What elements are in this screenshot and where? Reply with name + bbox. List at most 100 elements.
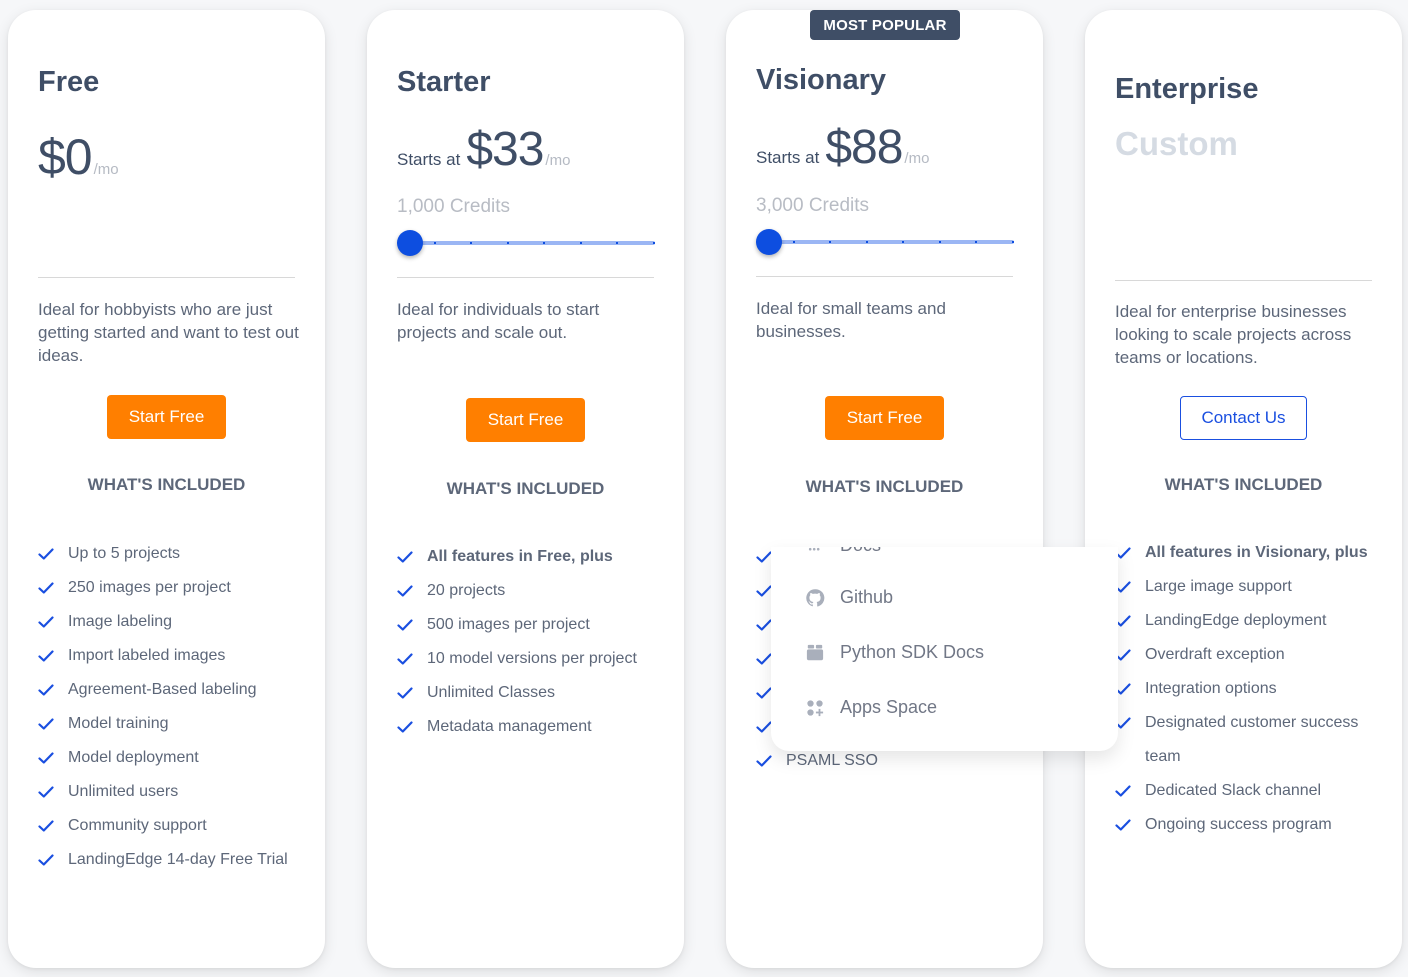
check-icon bbox=[397, 642, 427, 676]
price: Starts at $88 /mo bbox=[756, 120, 929, 175]
plan-card-free: Free $0 /mo Ideal for hobbyists who are … bbox=[8, 10, 325, 968]
feature-item: Model deployment bbox=[38, 741, 318, 775]
feature-text: Designated customer success team bbox=[1145, 714, 1359, 765]
plan-description: Ideal for enterprise businesses looking … bbox=[1115, 302, 1352, 367]
divider bbox=[397, 277, 654, 278]
whats-included-heading: WHAT'S INCLUDED bbox=[87, 475, 246, 494]
feature-text: LandingEdge deployment bbox=[1145, 612, 1327, 629]
feature-text: Model deployment bbox=[68, 749, 199, 766]
feature-text: Import labeled images bbox=[68, 647, 226, 664]
dropdown-item-docs[interactable]: Docs bbox=[805, 547, 881, 556]
plan-description: Ideal for individuals to start projects … bbox=[397, 300, 600, 342]
dropdown-item-apps-space[interactable]: Apps Space bbox=[805, 697, 937, 718]
feature-text: Community support bbox=[68, 817, 207, 834]
plan-name: Free bbox=[38, 66, 100, 98]
check-icon bbox=[397, 540, 427, 574]
check-icon bbox=[1115, 808, 1145, 842]
dropdown-item-python-sdk-docs[interactable]: Python SDK Docs bbox=[805, 642, 984, 663]
slider-tick bbox=[653, 242, 655, 244]
feature-item: Dedicated Slack channel bbox=[1115, 774, 1395, 808]
feature-text: 250 images per project bbox=[68, 579, 231, 596]
price-period: /mo bbox=[93, 161, 119, 178]
feature-text: Metadata management bbox=[427, 718, 592, 735]
feature-text: All features in Visionary, plus bbox=[1145, 544, 1368, 561]
feature-item: Agreement-Based labeling bbox=[38, 673, 318, 707]
feature-item: 20 projects bbox=[397, 574, 677, 608]
start-free-button[interactable]: Start Free bbox=[825, 396, 944, 440]
feature-item: 250 images per project bbox=[38, 571, 318, 605]
check-icon bbox=[1115, 570, 1145, 604]
slider-tick bbox=[975, 241, 978, 243]
feature-item: Import labeled images bbox=[38, 639, 318, 673]
check-icon bbox=[38, 639, 68, 673]
check-icon bbox=[397, 574, 427, 608]
check-icon bbox=[38, 537, 68, 571]
slider-tick bbox=[792, 241, 795, 243]
slider-tick bbox=[543, 242, 546, 244]
whats-included-heading: WHAT'S INCLUDED bbox=[1164, 475, 1323, 494]
check-icon bbox=[1115, 536, 1145, 570]
start-free-button[interactable]: Start Free bbox=[107, 395, 226, 439]
feature-list: All features in Free, plus 20 projects 500… bbox=[397, 540, 677, 744]
feature-list: All features in Visionary, plus Large ima… bbox=[1115, 536, 1395, 842]
feature-item: Model training bbox=[38, 707, 318, 741]
feature-text: 20 projects bbox=[427, 582, 506, 599]
price-amount: $33 bbox=[466, 123, 544, 176]
slider-tick bbox=[938, 241, 941, 243]
feature-item: Up to 5 projects bbox=[38, 537, 318, 571]
plan-name: Starter bbox=[397, 66, 491, 98]
check-icon bbox=[1115, 774, 1145, 808]
dropdown-item-github[interactable]: Github bbox=[805, 587, 893, 608]
github-icon bbox=[805, 588, 825, 608]
check-icon bbox=[397, 676, 427, 710]
divider bbox=[1115, 280, 1372, 281]
price-amount: $0 bbox=[38, 129, 93, 185]
price: $0 /mo bbox=[38, 128, 119, 186]
slider-thumb[interactable] bbox=[397, 230, 423, 256]
check-icon bbox=[38, 707, 68, 741]
credits-label: 3,000 Credits bbox=[756, 195, 870, 216]
check-icon bbox=[1115, 638, 1145, 672]
price-prefix: Starts at bbox=[756, 148, 820, 167]
feature-text: 10 model versions per project bbox=[427, 650, 637, 667]
price-period: /mo bbox=[904, 150, 930, 167]
check-icon bbox=[38, 605, 68, 639]
check-icon bbox=[1115, 706, 1145, 740]
credits-slider[interactable] bbox=[397, 230, 655, 256]
feature-item: LandingEdge 14-day Free Trial bbox=[38, 843, 318, 877]
most-popular-badge: MOST POPULAR bbox=[810, 10, 960, 40]
slider-tick bbox=[579, 242, 582, 244]
start-free-button[interactable]: Start Free bbox=[466, 398, 585, 442]
plan-description: Ideal for hobbyists who are just getting… bbox=[38, 300, 299, 365]
feature-item: Ongoing success program bbox=[1115, 808, 1395, 842]
check-icon bbox=[397, 710, 427, 744]
feature-item: Integration options bbox=[1115, 672, 1395, 706]
resources-dropdown-menu: Docs Github Python SDK Docs Apps Space bbox=[771, 547, 1118, 751]
check-icon bbox=[38, 843, 68, 877]
whats-included-heading: WHAT'S INCLUDED bbox=[805, 477, 964, 496]
feature-item: Community support bbox=[38, 809, 318, 843]
feature-item: 10 model versions per project bbox=[397, 642, 677, 676]
price: Starts at $33 /mo bbox=[397, 122, 570, 177]
divider bbox=[756, 276, 1013, 277]
plan-card-starter: Starter Starts at $33 /mo 1,000 Credits … bbox=[367, 10, 684, 968]
dropdown-item-label: Docs bbox=[840, 547, 881, 556]
check-icon bbox=[1115, 604, 1145, 638]
feature-text: All features in Free, plus bbox=[427, 548, 613, 565]
feature-text: Ongoing success program bbox=[1145, 816, 1332, 833]
feature-item: Metadata management bbox=[397, 710, 677, 744]
credits-slider[interactable] bbox=[756, 229, 1014, 255]
feature-text: Overdraft exception bbox=[1145, 646, 1285, 663]
contact-us-button[interactable]: Contact Us bbox=[1180, 396, 1307, 440]
credits-label: 1,000 Credits bbox=[397, 196, 511, 217]
slider-thumb[interactable] bbox=[756, 229, 782, 255]
slider-tick bbox=[506, 242, 509, 244]
plan-description: Ideal for small teams and businesses. bbox=[756, 299, 946, 341]
feature-text: Integration options bbox=[1145, 680, 1277, 697]
check-icon bbox=[38, 775, 68, 809]
slider-tick bbox=[829, 241, 832, 243]
feature-text: Image labeling bbox=[68, 613, 173, 630]
feature-text: Agreement-Based labeling bbox=[68, 681, 257, 698]
plan-name: Visionary bbox=[756, 64, 887, 96]
feature-text: Unlimited users bbox=[68, 783, 179, 800]
